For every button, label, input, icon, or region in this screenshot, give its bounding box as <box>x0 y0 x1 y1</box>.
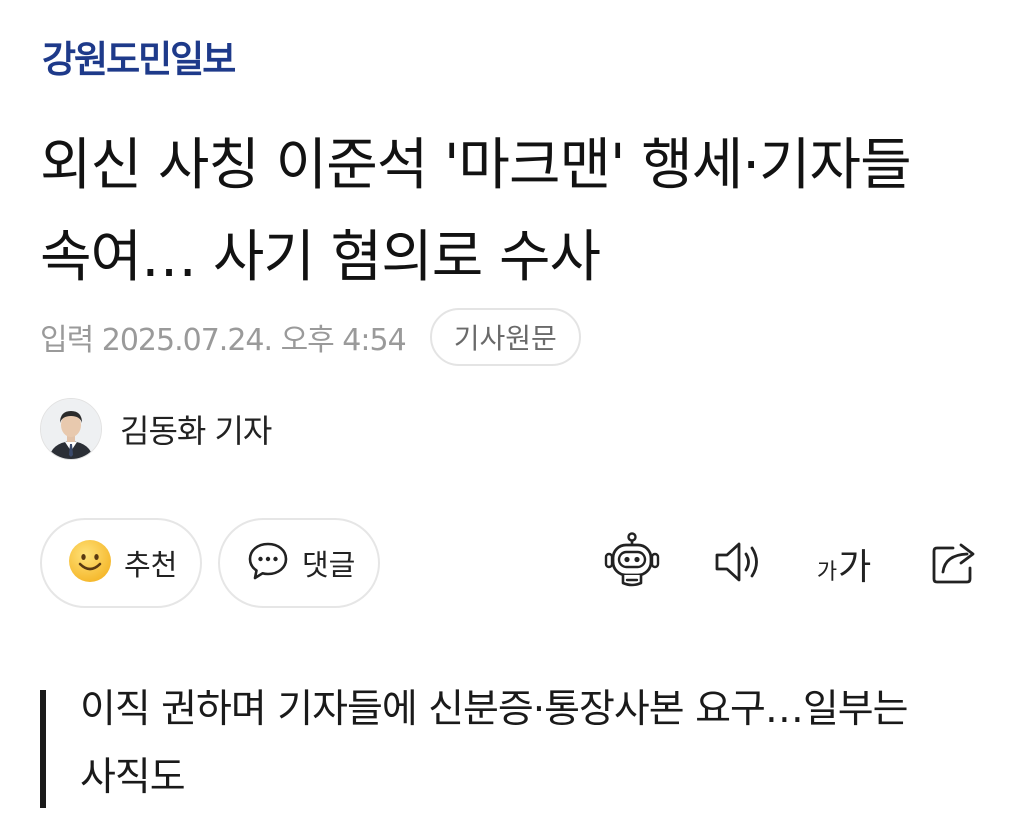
comment-label: 댓글 <box>302 548 356 582</box>
reporter-byline[interactable]: 김동화 기자 <box>40 398 272 460</box>
original-article-label: 기사원문 <box>453 322 557 355</box>
press-logo[interactable]: 강원도민일보 <box>42 34 236 86</box>
original-article-button[interactable]: 기사원문 <box>429 308 581 366</box>
share-button[interactable] <box>924 532 984 596</box>
article-meta: 입력 2025.07.24. 오후 4:54 기사원문 <box>40 308 581 366</box>
recommend-label: 추천 <box>124 548 178 582</box>
subheadline-text: 이직 권하며 기자들에 신분증·통장사본 요구…일부는 사직도 <box>80 687 908 800</box>
robot-icon <box>602 532 662 596</box>
publish-date: 입력 2025.07.24. 오후 4:54 <box>40 323 407 358</box>
reporter-name: 김동화 기자 <box>120 412 272 450</box>
article-subheadline: 이직 권하며 기자들에 신분증·통장사본 요구…일부는 사직도 <box>40 676 980 810</box>
speech-bubble-icon <box>246 539 290 587</box>
speaker-icon <box>711 535 765 593</box>
font-size-button[interactable]: 가가 <box>808 532 880 596</box>
read-aloud-button[interactable] <box>708 532 768 596</box>
smile-emoji-icon <box>68 539 112 587</box>
comment-button[interactable]: 댓글 <box>218 518 380 608</box>
font-size-icon: 가가 <box>816 547 872 588</box>
subheadline-bar <box>40 690 46 808</box>
summary-bot-button[interactable] <box>600 532 664 596</box>
article-headline: 외신 사칭 이준석 '마크맨' 행세·기자들 속여… 사기 혐의로 수사 <box>40 133 912 290</box>
share-icon <box>927 535 981 593</box>
reporter-avatar <box>40 398 102 460</box>
recommend-button[interactable]: 추천 <box>40 518 202 608</box>
